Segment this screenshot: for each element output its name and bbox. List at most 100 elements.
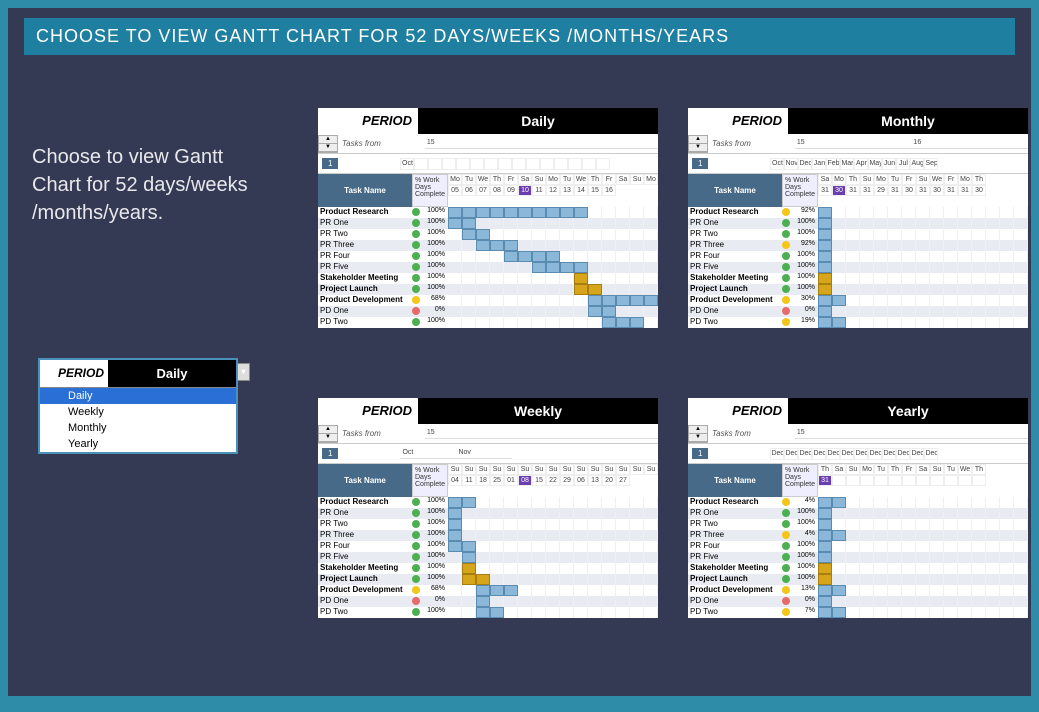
gantt-cell (448, 218, 462, 229)
gantt-cell (986, 306, 1000, 317)
period-value[interactable]: Daily ▾ (108, 360, 236, 387)
month-cell: Dec (854, 448, 868, 460)
gantt-cell (874, 273, 888, 284)
period-selector: PERIOD Daily ▾ Daily Weekly Monthly Year… (38, 358, 238, 454)
task-spinner[interactable]: ▲▼ (688, 135, 708, 153)
task-name-cell: PR Three (318, 530, 409, 541)
weekday-cell: Su (448, 464, 462, 475)
chevron-down-icon[interactable]: ▼ (689, 144, 707, 152)
gantt-cell (490, 519, 504, 530)
chevron-up-icon[interactable]: ▲ (689, 426, 707, 434)
date-num-cell (944, 475, 958, 486)
gantt-cell (462, 519, 476, 530)
gantt-cell (546, 574, 560, 585)
gantt-cell (602, 317, 616, 328)
chevron-down-icon[interactable]: ▼ (319, 434, 337, 442)
weekday-cell: Su (462, 464, 476, 475)
gantt-cell (532, 607, 546, 618)
gantt-cell (630, 574, 644, 585)
gantt-cell (916, 563, 930, 574)
month-cell (484, 158, 498, 170)
gantt-cell (888, 541, 902, 552)
gantt-cell (874, 295, 888, 306)
percent-complete: 68% (423, 585, 448, 596)
table-row: Project Launch100% (688, 284, 1028, 295)
gantt-cell (888, 262, 902, 273)
task-name-cell: PR Two (688, 519, 779, 530)
gantt-cell (462, 574, 476, 585)
weekday-cell: Su (490, 464, 504, 475)
gantt-cell (490, 574, 504, 585)
gantt-cell (1000, 229, 1014, 240)
gantt-cell (546, 207, 560, 218)
chevron-down-icon[interactable]: ▼ (689, 434, 707, 442)
gantt-cell (972, 596, 986, 607)
gantt-cell (602, 262, 616, 273)
percent-complete: 100% (423, 229, 448, 240)
gantt-cell (888, 295, 902, 306)
chevron-up-icon[interactable]: ▲ (319, 136, 337, 144)
weekday-cell: Su (588, 464, 602, 475)
gantt-cell (832, 240, 846, 251)
gantt-cell (630, 596, 644, 607)
status-dot (409, 541, 423, 552)
gantt-cell (874, 207, 888, 218)
gantt-cell (1000, 552, 1014, 563)
gantt-cell (846, 218, 860, 229)
gantt-cell (630, 295, 644, 306)
gantt-cell (972, 251, 986, 262)
gantt-cell (518, 519, 532, 530)
gantt-cell (1014, 317, 1028, 328)
gantt-cell (588, 284, 602, 295)
period-option-monthly[interactable]: Monthly (40, 420, 236, 436)
gantt-cell (972, 218, 986, 229)
gantt-cell (644, 317, 658, 328)
gantt-cell (1000, 207, 1014, 218)
gantt-cell (972, 508, 986, 519)
chevron-down-icon[interactable]: ▼ (319, 144, 337, 152)
app-frame: CHOOSE TO VIEW GANTT CHART FOR 52 DAYS/W… (8, 8, 1031, 696)
status-dot (409, 284, 423, 295)
task-spinner[interactable]: ▲▼ (318, 135, 338, 153)
month-cell (456, 158, 470, 170)
period-option-weekly[interactable]: Weekly (40, 404, 236, 420)
period-option-daily[interactable]: Daily (40, 388, 236, 404)
gantt-cell (448, 541, 462, 552)
gantt-cell (518, 251, 532, 262)
gantt-cell (602, 284, 616, 295)
gantt-cell (1014, 552, 1028, 563)
gantt-bar-area (818, 262, 1028, 273)
task-spinner[interactable]: ▲▼ (318, 425, 338, 443)
gantt-cell (448, 596, 462, 607)
status-dot (409, 317, 423, 328)
gantt-cell (532, 508, 546, 519)
year-label: 15 (425, 429, 658, 439)
gantt-cell (546, 497, 560, 508)
weekday-cell: Su (532, 174, 546, 185)
gantt-cell (986, 596, 1000, 607)
gantt-cell (888, 273, 902, 284)
gantt-cell (846, 541, 860, 552)
period-option-yearly[interactable]: Yearly (40, 436, 236, 452)
gantt-cell (448, 207, 462, 218)
workdays-header: % Work Days Complete (782, 174, 818, 207)
gantt-cell (518, 497, 532, 508)
gantt-cell (644, 273, 658, 284)
gantt-cell (972, 306, 986, 317)
date-num-cell (958, 475, 972, 486)
weekday-cell: Sa (616, 174, 630, 185)
weekday-cell: Mo (644, 174, 658, 185)
status-dot (779, 563, 793, 574)
percent-complete: 100% (423, 262, 448, 273)
weekday-cell: Fr (504, 174, 518, 185)
task-name-cell: PR Four (318, 251, 409, 262)
chevron-up-icon[interactable]: ▲ (689, 136, 707, 144)
month-cell: Dec (770, 448, 784, 460)
dropdown-arrow-icon[interactable]: ▾ (237, 363, 250, 381)
status-dot (409, 262, 423, 273)
gantt-cell (902, 295, 916, 306)
task-spinner[interactable]: ▲▼ (688, 425, 708, 443)
gantt-cell (462, 317, 476, 328)
chevron-up-icon[interactable]: ▲ (319, 426, 337, 434)
gantt-cell (874, 574, 888, 585)
